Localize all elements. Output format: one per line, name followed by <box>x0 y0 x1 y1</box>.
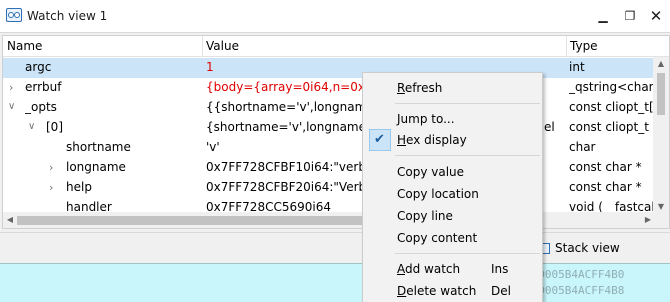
menu-item-copy-line[interactable]: Copy line <box>363 205 542 227</box>
table-header: Name Value Type <box>3 36 669 57</box>
close-icon[interactable]: ✕ <box>647 7 665 25</box>
shortcut-del: Del <box>491 284 511 298</box>
row-name: errbuf <box>25 80 62 94</box>
restore-icon[interactable]: ❐ <box>621 7 639 25</box>
expand-icon[interactable]: › <box>49 161 53 174</box>
table-row[interactable]: handler 0x7FF728CC5690i64 void (__fastca… <box>3 198 655 212</box>
row-name: argc <box>25 60 52 74</box>
menu-item-add-watch[interactable]: Add watch Ins <box>363 258 542 280</box>
row-name: longname <box>66 160 126 174</box>
minimize-icon[interactable]: ▁ <box>594 7 612 25</box>
expand-icon[interactable]: › <box>49 181 53 194</box>
horizontal-scrollbar[interactable]: ◀ ▶ <box>3 212 655 228</box>
scroll-thumb[interactable] <box>657 73 665 115</box>
menu-separator <box>395 253 540 254</box>
hex-view-pane: 000005B4ACFF4B0 000005B4ACFF4B8 <box>0 263 670 302</box>
table-row[interactable]: › help 0x7FF728CFBF20i64:"Verbos const c… <box>3 178 655 198</box>
expand-icon[interactable]: › <box>9 81 13 94</box>
context-menu: Refresh Jump to... ✔ Hex display Copy va… <box>362 72 543 302</box>
column-header-type[interactable]: Type <box>570 39 598 53</box>
row-type: int <box>569 60 585 74</box>
collapse-icon[interactable]: ∨ <box>8 101 15 112</box>
row-type: const cliopt_t[ <box>569 100 654 114</box>
tab-stack-view[interactable]: Stack view <box>555 241 620 255</box>
menu-item-hex-display[interactable]: ✔ Hex display <box>363 129 542 151</box>
row-name: handler <box>66 200 112 212</box>
table-row[interactable]: argc 1 int <box>3 58 655 78</box>
menu-item-copy-content[interactable]: Copy content <box>363 227 542 249</box>
row-name: shortname <box>66 140 131 154</box>
row-type: _qstring<char <box>569 80 654 94</box>
table-row[interactable]: › longname 0x7FF728CFBF10i64:"verbos con… <box>3 158 655 178</box>
menu-item-refresh[interactable]: Refresh <box>363 77 542 99</box>
menu-item-jump-to[interactable]: Jump to... <box>363 108 542 130</box>
scroll-corner <box>653 212 669 228</box>
row-type: char <box>569 140 596 154</box>
row-name: help <box>66 180 92 194</box>
menu-separator <box>395 155 540 156</box>
scroll-up-icon[interactable]: ▲ <box>653 57 669 71</box>
menu-separator <box>395 103 540 104</box>
table-row[interactable]: › errbuf {body={array=0i64,n=0x5C _qstri… <box>3 78 655 98</box>
title-bar: Watch view 1 ▁ ❐ ✕ <box>0 0 670 33</box>
row-type: const char * <box>569 180 642 194</box>
row-type: void (__fastcall <box>569 200 655 212</box>
menu-item-copy-location[interactable]: Copy location <box>363 183 542 205</box>
row-type: const char * <box>569 160 642 174</box>
table-row[interactable]: ∨ _opts {{shortname='v',longname= const … <box>3 98 655 118</box>
menu-item-copy-value[interactable]: Copy value <box>363 161 542 183</box>
checkmark-icon: ✔ <box>369 129 391 151</box>
row-value-overflow: el <box>544 120 555 134</box>
watch-view-icon <box>6 8 22 22</box>
column-header-name[interactable]: Name <box>7 39 42 53</box>
table-row[interactable]: shortname 'v' char <box>3 138 655 158</box>
row-type: const cliopt_t <box>569 120 649 134</box>
scroll-left-icon[interactable]: ◀ <box>3 212 17 228</box>
row-name: _opts <box>25 100 57 114</box>
vertical-scrollbar[interactable]: ▲ ▼ <box>653 57 669 214</box>
table-row[interactable]: ∨ [0] {shortname='v',longname= el const … <box>3 118 655 138</box>
window-title: Watch view 1 <box>27 9 108 23</box>
menu-item-delete-watch[interactable]: Delete watch Del <box>363 280 542 302</box>
bottom-tab-bar: Stack view <box>0 232 670 262</box>
collapse-icon[interactable]: ∨ <box>28 121 35 132</box>
shortcut-ins: Ins <box>491 262 509 276</box>
watch-table: Name Value Type argc 1 int › errbuf {bod… <box>2 35 670 229</box>
column-header-value[interactable]: Value <box>206 39 239 53</box>
row-name: [0] <box>46 120 63 134</box>
